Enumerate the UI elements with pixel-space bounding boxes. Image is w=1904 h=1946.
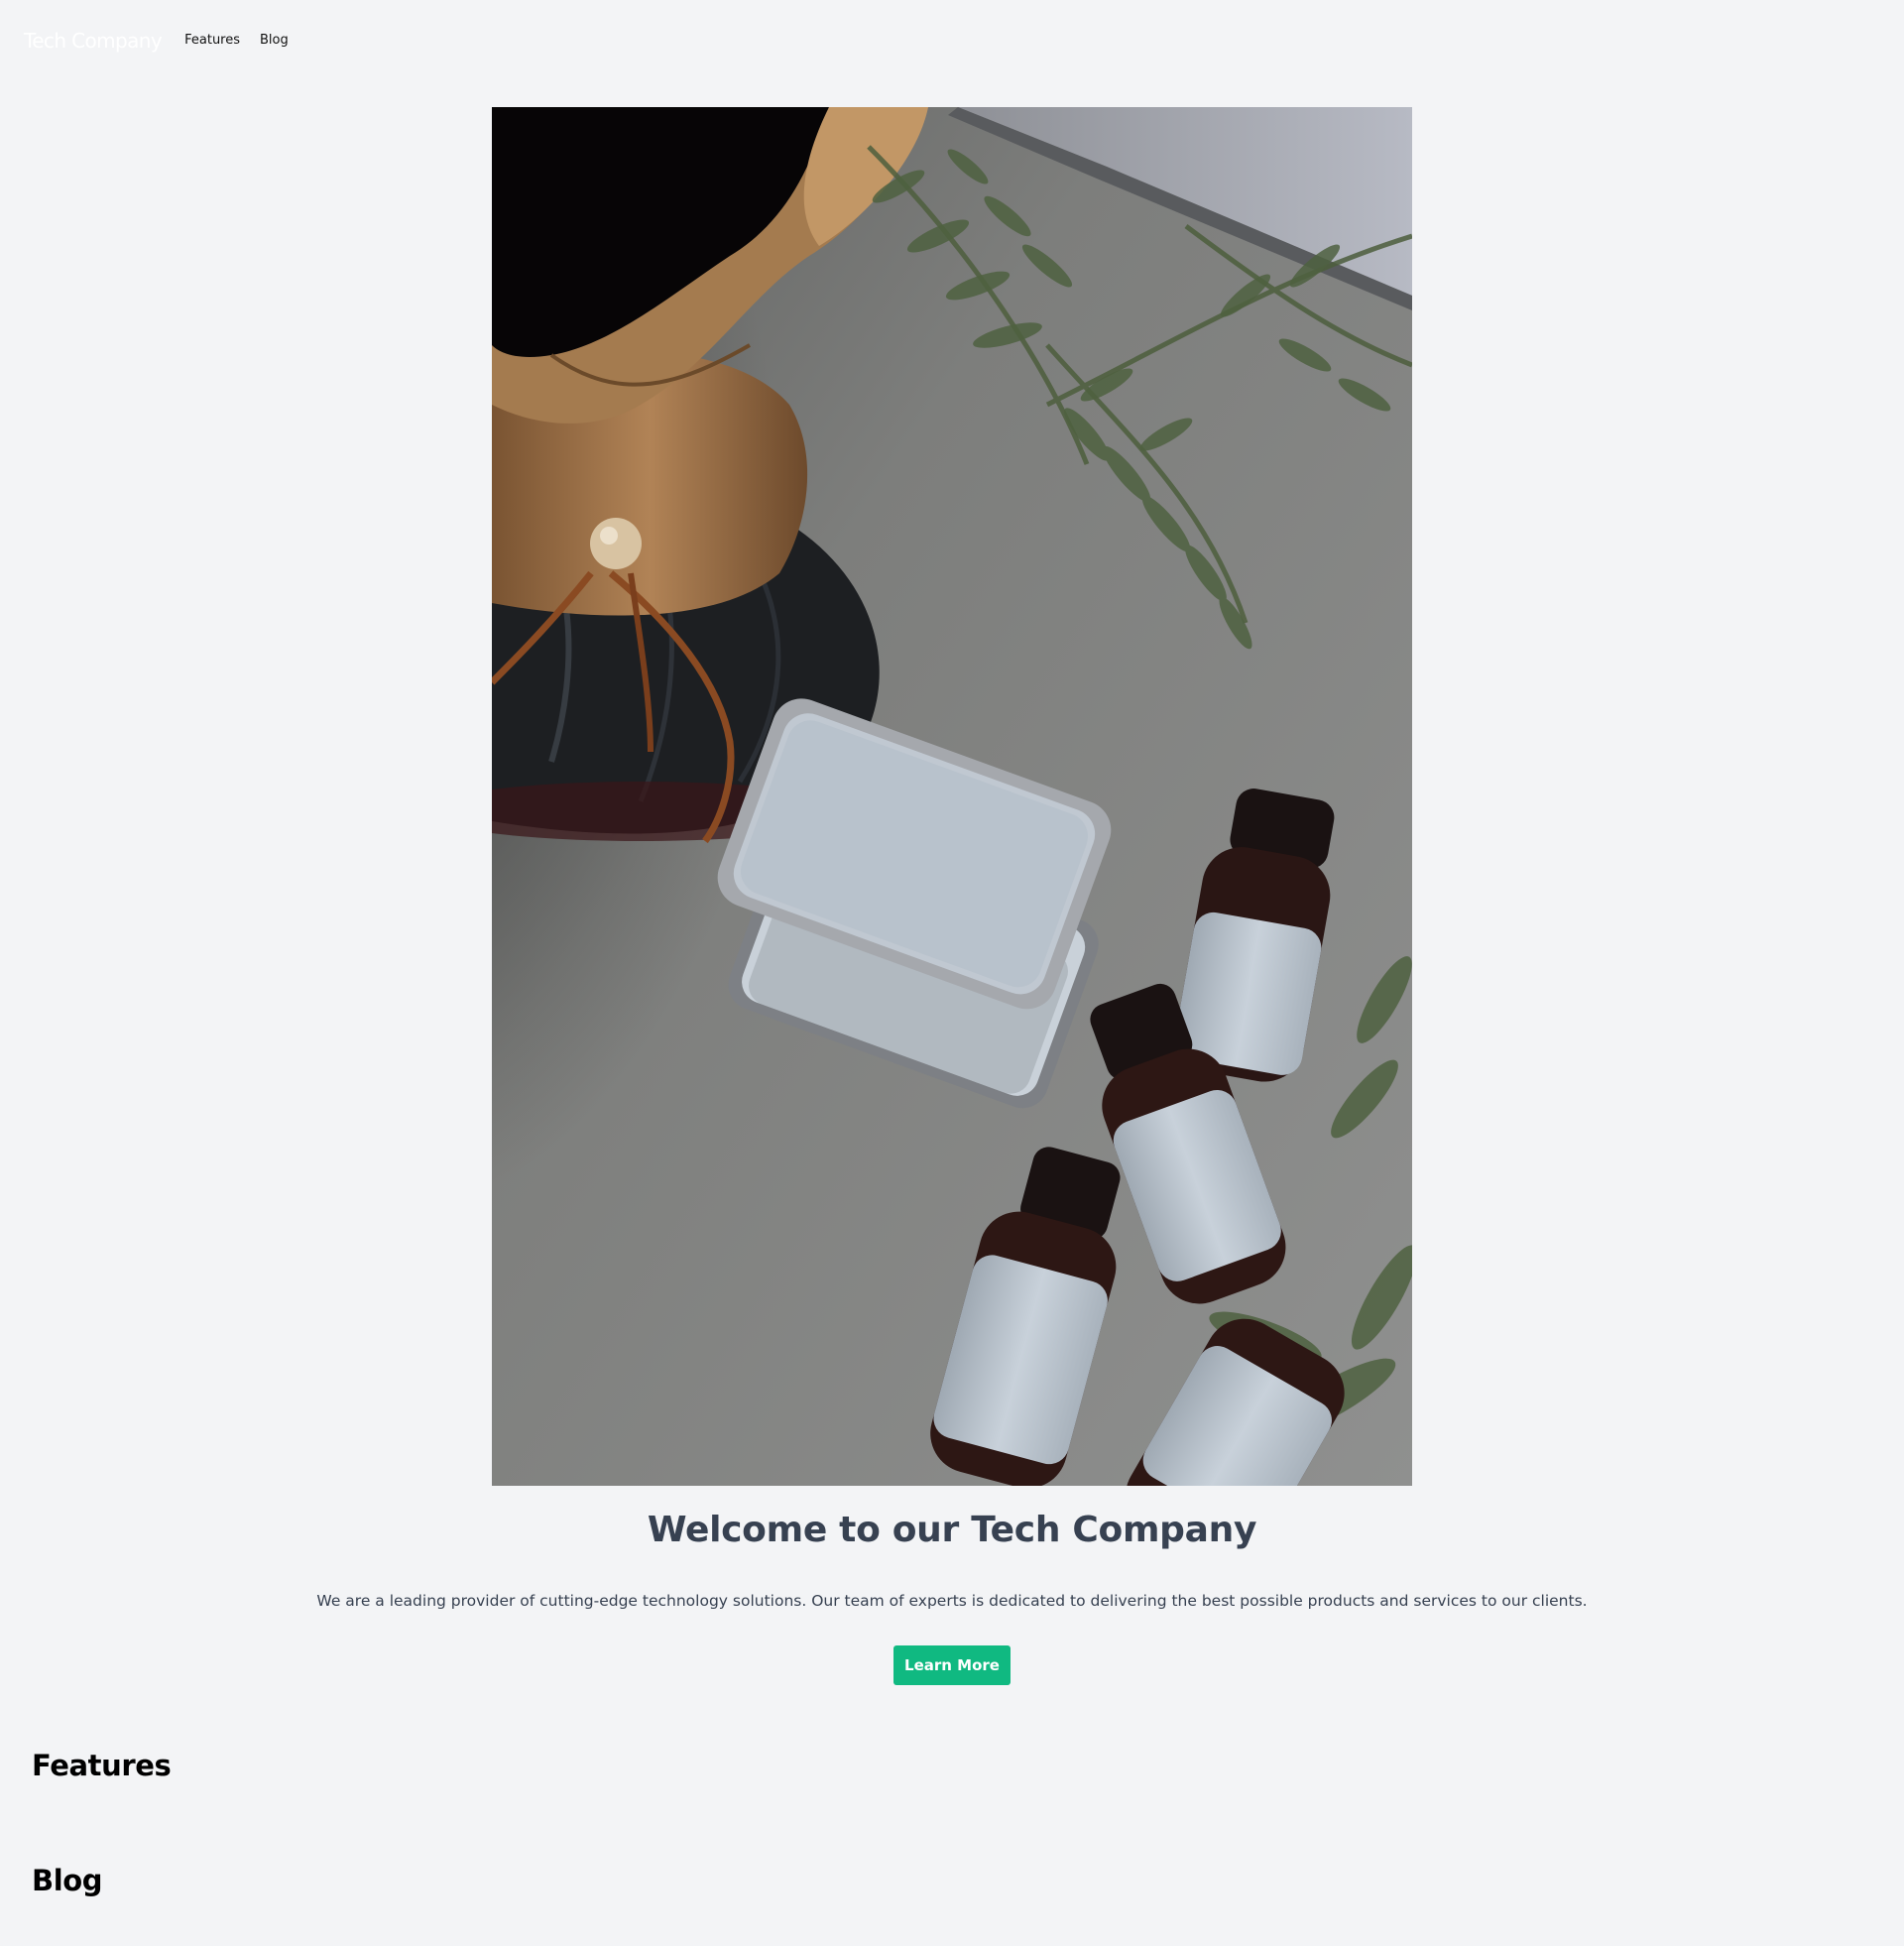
- hero-title: Welcome to our Tech Company: [647, 1510, 1257, 1550]
- learn-more-button[interactable]: Learn More: [893, 1645, 1011, 1685]
- nav-link-features[interactable]: Features: [184, 33, 240, 48]
- features-section-title: Features: [32, 1749, 172, 1782]
- hero-photo: [492, 107, 1412, 1486]
- nav-link-blog[interactable]: Blog: [260, 33, 289, 48]
- hero-description: We are a leading provider of cutting-edg…: [316, 1592, 1588, 1610]
- site-header: Tech Company Features Blog: [0, 0, 1904, 79]
- brand-logo[interactable]: Tech Company: [24, 29, 163, 53]
- hero-image: [492, 107, 1412, 1486]
- blog-section-title: Blog: [32, 1864, 103, 1897]
